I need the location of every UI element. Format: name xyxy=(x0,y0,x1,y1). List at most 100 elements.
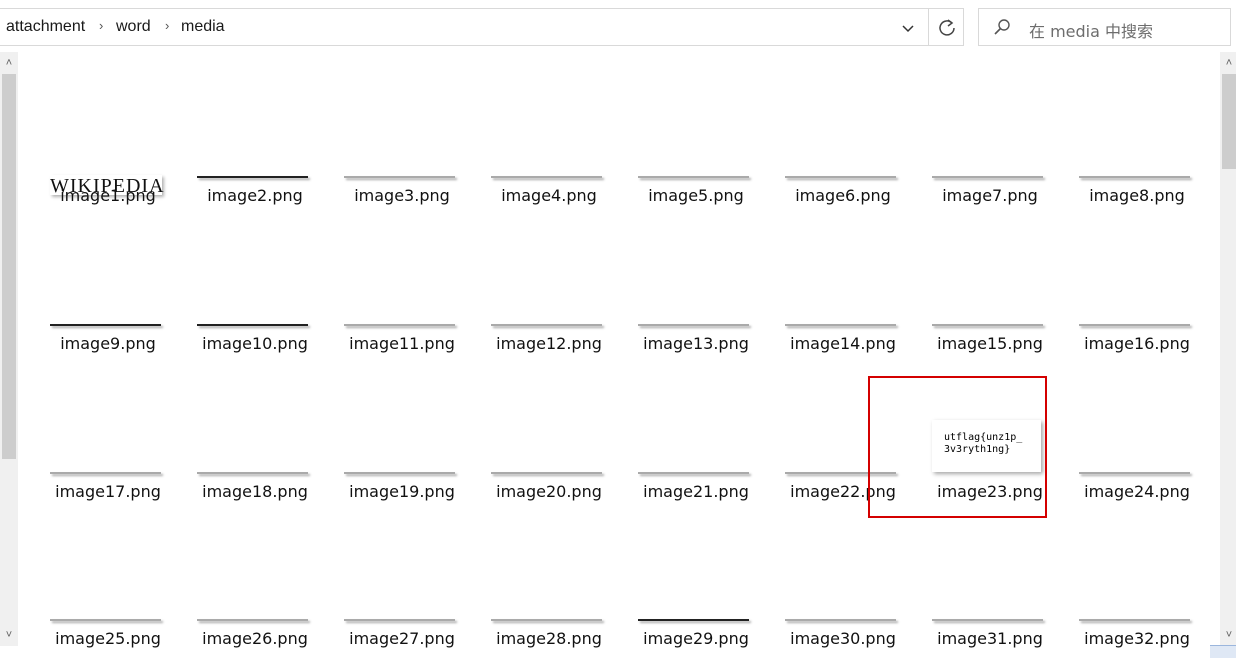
breadcrumb-media[interactable]: media xyxy=(181,18,225,36)
scroll-down-icon[interactable]: ˅ xyxy=(0,626,18,644)
scroll-up-icon[interactable]: ˄ xyxy=(1220,54,1236,72)
search-icon xyxy=(994,19,1010,35)
file-name-label: image24.png xyxy=(1084,482,1190,501)
file-name-label: image4.png xyxy=(501,186,597,205)
right-scrollbar[interactable]: ˄ ˅ xyxy=(1220,52,1236,646)
file-thumbnail xyxy=(491,472,602,474)
file-item[interactable]: image31.png xyxy=(920,553,1060,663)
file-thumbnail xyxy=(50,324,161,326)
scrollbar-thumb[interactable] xyxy=(2,74,16,459)
file-thumbnail xyxy=(1079,619,1190,621)
file-name-label: image5.png xyxy=(648,186,744,205)
file-thumbnail xyxy=(50,472,161,474)
chevron-right-icon[interactable]: › xyxy=(99,18,103,33)
scroll-down-icon[interactable]: ˅ xyxy=(1220,626,1236,644)
file-thumbnail xyxy=(638,324,749,326)
file-item[interactable]: image24.png xyxy=(1067,406,1207,516)
file-name-label: image7.png xyxy=(942,186,1038,205)
file-name-label: image19.png xyxy=(349,482,455,501)
file-name-label: image17.png xyxy=(55,482,161,501)
file-name-label: image13.png xyxy=(643,334,749,353)
scroll-up-icon[interactable]: ˄ xyxy=(0,54,18,72)
file-thumbnail xyxy=(932,324,1043,326)
file-name-label: image3.png xyxy=(354,186,450,205)
file-thumbnail xyxy=(932,619,1043,621)
scrollbar-thumb[interactable] xyxy=(1222,74,1236,169)
file-name-label: image10.png xyxy=(202,334,308,353)
file-name-label: image18.png xyxy=(202,482,308,501)
file-thumbnail xyxy=(785,324,896,326)
file-item[interactable]: image2.png xyxy=(185,110,325,220)
file-item[interactable]: image3.png xyxy=(332,110,472,220)
file-name-label: image8.png xyxy=(1089,186,1185,205)
file-item[interactable]: image30.png xyxy=(773,553,913,663)
file-thumbnail xyxy=(785,176,896,178)
file-thumbnail xyxy=(1079,324,1190,326)
file-thumbnail xyxy=(197,619,308,621)
file-item[interactable]: image16.png xyxy=(1067,258,1207,368)
file-thumbnail xyxy=(638,176,749,178)
file-name-label: image6.png xyxy=(795,186,891,205)
file-item[interactable]: image19.png xyxy=(332,406,472,516)
file-item[interactable]: image7.png xyxy=(920,110,1060,220)
file-name-label: image9.png xyxy=(60,334,156,353)
file-item[interactable]: image25.png xyxy=(38,553,178,663)
file-item[interactable]: image26.png xyxy=(185,553,325,663)
file-name-label: image30.png xyxy=(790,629,896,648)
file-item[interactable]: image4.png xyxy=(479,110,619,220)
address-bar[interactable]: attachment › word › media xyxy=(0,8,964,46)
search-placeholder: 在 media 中搜索 xyxy=(1029,22,1154,41)
file-item[interactable]: image12.png xyxy=(479,258,619,368)
file-name-label: image21.png xyxy=(643,482,749,501)
file-thumbnail xyxy=(1079,472,1190,474)
file-thumbnail xyxy=(344,619,455,621)
file-item[interactable]: image11.png xyxy=(332,258,472,368)
file-thumbnail xyxy=(1079,176,1190,178)
file-name-label: image11.png xyxy=(349,334,455,353)
file-thumbnail xyxy=(344,176,455,178)
breadcrumb-word[interactable]: word xyxy=(116,18,151,36)
file-item[interactable]: image29.png xyxy=(626,553,766,663)
file-item[interactable]: image9.png xyxy=(38,258,178,368)
file-item[interactable]: image5.png xyxy=(626,110,766,220)
file-name-label: image16.png xyxy=(1084,334,1190,353)
file-item[interactable]: image18.png xyxy=(185,406,325,516)
file-item[interactable]: image6.png xyxy=(773,110,913,220)
breadcrumb-attachment[interactable]: attachment xyxy=(6,18,85,36)
file-thumbnail xyxy=(638,472,749,474)
file-thumbnail xyxy=(197,324,308,326)
file-item[interactable]: image28.png xyxy=(479,553,619,663)
chevron-down-icon[interactable] xyxy=(896,17,920,41)
file-item[interactable]: image20.png xyxy=(479,406,619,516)
search-input[interactable]: 在 media 中搜索 xyxy=(978,8,1231,46)
file-thumbnail xyxy=(197,176,308,178)
file-item[interactable]: image15.png xyxy=(920,258,1060,368)
file-name-label: image12.png xyxy=(496,334,602,353)
highlight-box xyxy=(868,376,1047,518)
file-name-label: image28.png xyxy=(496,629,602,648)
file-name-label: image31.png xyxy=(937,629,1043,648)
file-item[interactable]: image14.png xyxy=(773,258,913,368)
file-name-label: image29.png xyxy=(643,629,749,648)
file-thumbnail xyxy=(491,619,602,621)
chevron-right-icon[interactable]: › xyxy=(165,18,169,33)
file-item[interactable]: image13.png xyxy=(626,258,766,368)
file-name-label: image32.png xyxy=(1084,629,1190,648)
file-thumbnail xyxy=(50,619,161,621)
file-item[interactable]: image10.png xyxy=(185,258,325,368)
file-name-label: image15.png xyxy=(937,334,1043,353)
file-name-label: image20.png xyxy=(496,482,602,501)
file-item[interactable]: image8.png xyxy=(1067,110,1207,220)
left-scrollbar[interactable]: ˄ ˅ xyxy=(0,52,18,646)
file-item[interactable]: image17.png xyxy=(38,406,178,516)
refresh-icon[interactable] xyxy=(928,9,965,45)
file-item[interactable]: image21.png xyxy=(626,406,766,516)
file-thumbnail xyxy=(491,176,602,178)
view-toggle-icon[interactable] xyxy=(1210,645,1236,658)
file-name-label: image14.png xyxy=(790,334,896,353)
file-thumbnail xyxy=(638,619,749,621)
file-item[interactable]: image32.png xyxy=(1067,553,1207,663)
file-item[interactable]: image27.png xyxy=(332,553,472,663)
file-name-label: image26.png xyxy=(202,629,308,648)
file-item[interactable]: WIKIPEDIA image1.png xyxy=(38,110,178,220)
